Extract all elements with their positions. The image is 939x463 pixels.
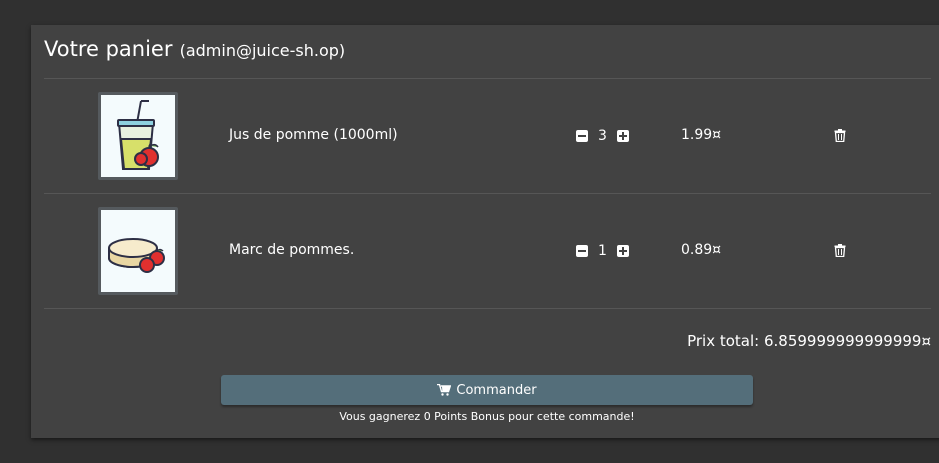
basket-row: Jus de pomme (1000ml) 3 1.99¤ <box>44 78 931 193</box>
quantity-value: 3 <box>598 128 607 144</box>
quantity-value: 1 <box>598 243 607 259</box>
quantity-stepper: 1 <box>576 243 629 259</box>
divider <box>44 308 931 309</box>
product-name: Jus de pomme (1000ml) <box>229 127 398 143</box>
cart-icon <box>437 384 452 396</box>
bonus-points-note: Vous gagnerez 0 Points Bonus pour cette … <box>339 410 635 423</box>
checkout-button[interactable]: Commander <box>221 375 753 405</box>
trash-icon[interactable] <box>834 244 846 257</box>
basket-title: Votre panier <box>44 37 173 61</box>
product-price: 0.89¤ <box>681 242 722 258</box>
trash-icon[interactable] <box>834 129 846 142</box>
basket-card: Votre panier (admin@juice-sh.op) Jus de … <box>31 25 939 438</box>
increase-quantity-button[interactable] <box>617 130 629 142</box>
basket-row: Marc de pommes. 1 0.89¤ <box>44 193 931 308</box>
increase-quantity-button[interactable] <box>617 245 629 257</box>
decrease-quantity-button[interactable] <box>576 245 588 257</box>
total-price: Prix total: 6.859999999999999¤ <box>687 332 931 350</box>
quantity-stepper: 3 <box>576 128 629 144</box>
basket-user-email: (admin@juice-sh.op) <box>179 41 346 60</box>
basket-heading: Votre panier (admin@juice-sh.op) <box>44 37 345 61</box>
checkout-label: Commander <box>456 382 537 398</box>
apple-juice-icon <box>98 92 178 180</box>
decrease-quantity-button[interactable] <box>576 130 588 142</box>
product-name: Marc de pommes. <box>229 242 355 258</box>
apple-pomace-icon <box>98 207 178 295</box>
product-price: 1.99¤ <box>681 127 722 143</box>
